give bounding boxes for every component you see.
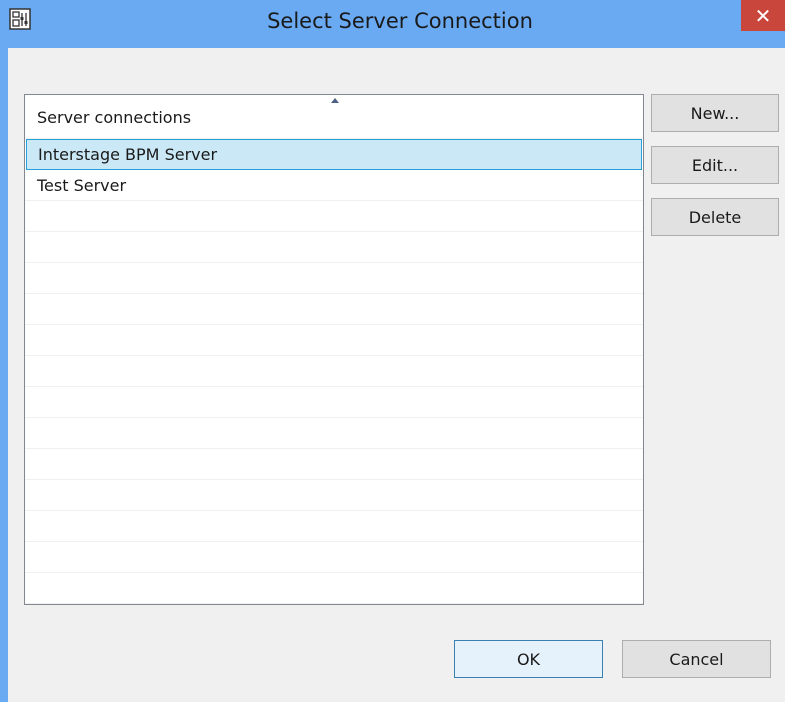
list-item-label: Interstage BPM Server xyxy=(38,145,218,164)
server-connections-list[interactable]: Server connections Interstage BPM Server… xyxy=(24,94,644,605)
column-header-label: Server connections xyxy=(37,108,192,127)
window-title: Select Server Connection xyxy=(267,9,533,33)
empty-row xyxy=(25,573,643,604)
empty-row xyxy=(25,387,643,418)
new-button[interactable]: New... xyxy=(651,94,779,132)
cancel-button[interactable]: Cancel xyxy=(622,640,771,678)
empty-row xyxy=(25,325,643,356)
empty-row xyxy=(25,232,643,263)
empty-row xyxy=(25,480,643,511)
delete-button[interactable]: Delete xyxy=(651,198,779,236)
ok-button[interactable]: OK xyxy=(454,640,603,678)
close-icon: ✕ xyxy=(754,3,772,28)
dialog-body: Server connections Interstage BPM Server… xyxy=(8,48,785,702)
empty-row xyxy=(25,356,643,387)
empty-row xyxy=(25,542,643,573)
empty-row xyxy=(25,263,643,294)
sort-ascending-icon xyxy=(331,98,339,103)
dialog-window: Select Server Connection ✕ Server connec… xyxy=(0,0,785,702)
empty-row xyxy=(25,449,643,480)
list-item-test-server[interactable]: Test Server xyxy=(25,170,643,201)
close-button[interactable]: ✕ xyxy=(741,0,785,31)
list-item-label: Test Server xyxy=(37,176,127,195)
empty-row xyxy=(25,511,643,542)
title-bar[interactable]: Select Server Connection ✕ xyxy=(0,0,785,48)
empty-row xyxy=(25,294,643,325)
list-item-interstage-bpm-server[interactable]: Interstage BPM Server xyxy=(26,139,642,170)
empty-row xyxy=(25,418,643,449)
edit-button[interactable]: Edit... xyxy=(651,146,779,184)
empty-row xyxy=(25,201,643,232)
list-column-header[interactable]: Server connections xyxy=(25,95,643,139)
